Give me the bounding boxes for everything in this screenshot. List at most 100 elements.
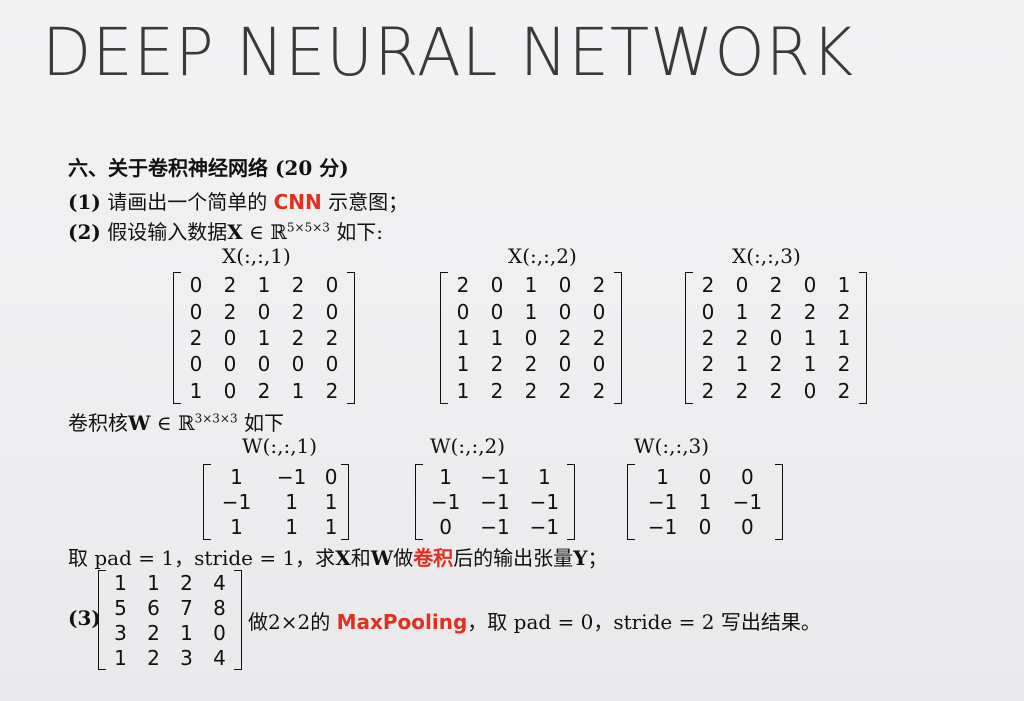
matrix-cell: 0 (189, 299, 203, 324)
matrix-cell: 1 (698, 489, 712, 514)
conv-mid: 做 (393, 546, 414, 570)
matrix-row: 0 −1 −1 (421, 515, 569, 540)
q1-text-pre: 请画出一个简单的 (100, 190, 274, 214)
matrix-row: −1 1 −1 (633, 489, 777, 514)
matrix-row: 1 −1 1 (421, 464, 569, 489)
conv-end: ； (587, 546, 608, 570)
matrix-cell: 2 (769, 352, 783, 377)
matrix-cell: 2 (325, 378, 339, 403)
matrix-cell: 2 (490, 378, 504, 403)
convolution-instruction: 取 pad = 1，stride = 1，求X和W做卷积后的输出张量Y； (68, 542, 607, 571)
w-slice-1-label: W(:,:,1) (242, 434, 318, 458)
matrix-cell: 1 (230, 464, 243, 489)
conv-var-y: Y (573, 546, 588, 570)
matrix-cell: 3 (114, 620, 127, 645)
matrix-cell: −1 (430, 489, 461, 514)
matrix-cell: 1 (537, 464, 551, 489)
matrix-cell: 2 (735, 378, 749, 403)
w-matrix-3: 1 0 0 −1 1 −1 −1 0 0 (627, 464, 783, 540)
matrix-row: 20122 (179, 325, 349, 351)
matrix-cell: 1 (189, 378, 203, 403)
matrix-cell: 2 (837, 378, 851, 403)
matrix-cell: 0 (189, 352, 203, 377)
matrix-cell: 4 (213, 645, 226, 670)
matrix-cell: 0 (324, 464, 338, 489)
right-bracket (567, 464, 575, 540)
matrix-cell: 3 (180, 645, 193, 670)
question-2: (2) 假设输入数据X ∈ ℝ5×5×3 如下: (68, 216, 383, 245)
matrix-cell: 2 (291, 299, 305, 324)
right-bracket (614, 272, 622, 404)
matrix-cell: 0 (701, 299, 715, 324)
question-6-header: 六、关于卷积神经网络 (20 分) (68, 156, 349, 180)
x-slice-3-label: X(:,:,3) (732, 244, 801, 268)
matrix-row: 12222 (446, 378, 616, 404)
q3-text-pre: 做2×2的 (248, 610, 337, 634)
matrix-cell: 2 (558, 325, 572, 350)
conv-highlight: 卷积 (413, 546, 454, 570)
matrix-cell: 0 (257, 352, 271, 377)
matrix-cell: 1 (285, 515, 298, 540)
matrix-cell: 1 (180, 620, 193, 645)
kernel-var-w: W (128, 411, 151, 435)
matrix-row: −1 1 1 (209, 489, 343, 514)
matrix-cell: −1 (480, 515, 510, 540)
matrix-cell: 0 (735, 273, 749, 298)
matrix-cell: 2 (257, 378, 271, 403)
conv-text-pre: 取 pad = 1，stride = 1，求 (68, 546, 336, 570)
w-slice-2-label: W(:,:,2) (430, 434, 506, 458)
matrix-row: 00000 (179, 351, 349, 377)
matrix-cell: −1 (529, 515, 560, 540)
q2-set: ∈ ℝ (242, 220, 287, 244)
matrix-cell: 2 (325, 325, 339, 350)
matrix-cell: 2 (524, 352, 538, 377)
x-slice-1-label: X(:,:,1) (222, 244, 291, 268)
matrix-cell: 2 (189, 325, 203, 350)
matrix-cell: 2 (223, 273, 237, 298)
matrix-cell: 2 (701, 352, 715, 377)
matrix-row: 22202 (691, 378, 861, 404)
matrix-cell: 0 (698, 515, 712, 540)
matrix-cell: 0 (769, 325, 783, 350)
matrix-cell: −1 (480, 464, 510, 489)
w-matrix-1: 1 −1 0 −1 1 1 1 1 1 (203, 464, 349, 540)
matrix-cell: 7 (180, 595, 193, 620)
matrix-row: 1124 (104, 570, 236, 595)
matrix-cell: 2 (701, 378, 715, 403)
x-matrix-2: 2010200100110221220012222 (440, 272, 622, 404)
matrix-cell: 0 (741, 464, 754, 489)
matrix-cell: 2 (490, 352, 504, 377)
matrix-cell: 0 (213, 620, 226, 645)
right-bracket (775, 464, 783, 540)
matrix-cell: 1 (439, 464, 453, 489)
matrix-row: 1 0 0 (633, 464, 777, 489)
w-matrix-2: 1 −1 1 −1 −1 −1 0 −1 −1 (415, 464, 575, 540)
matrix-row: 1234 (104, 645, 236, 670)
matrix-row: 5678 (104, 595, 236, 620)
matrix-cell: 0 (490, 299, 504, 324)
matrix-cell: 0 (803, 378, 817, 403)
q3-highlight-maxpooling: MaxPooling (336, 610, 468, 634)
matrix-row: 12200 (446, 351, 616, 377)
matrix-row: 10212 (179, 378, 349, 404)
kernel-set: ∈ ℝ (150, 411, 195, 435)
q3-text: 做2×2的 MaxPooling，取 pad = 0，stride = 2 写出… (248, 606, 821, 635)
matrix-cell: 1 (257, 325, 271, 350)
matrix-cell: 1 (324, 489, 338, 514)
right-bracket (859, 272, 867, 404)
matrix-row: 11022 (446, 325, 616, 351)
matrix-cell: 0 (291, 352, 305, 377)
matrix-cell: 0 (223, 325, 237, 350)
matrix-cell: 1 (456, 325, 470, 350)
q2-text-post: 如下: (329, 220, 383, 244)
question-1: (1) 请画出一个简单的 CNN 示意图； (68, 186, 408, 215)
right-bracket (341, 464, 349, 540)
matrix-row: 22011 (691, 325, 861, 351)
matrix-row: 3210 (104, 620, 236, 645)
matrix-row: 1 −1 0 (209, 464, 343, 489)
conv-and: 和 (350, 546, 371, 570)
matrix-cell: 1 (803, 352, 817, 377)
slide-title: DEEP NEURAL NETWORK (42, 14, 855, 91)
matrix-cell: 4 (213, 570, 226, 595)
matrix-cell: 1 (114, 645, 127, 670)
